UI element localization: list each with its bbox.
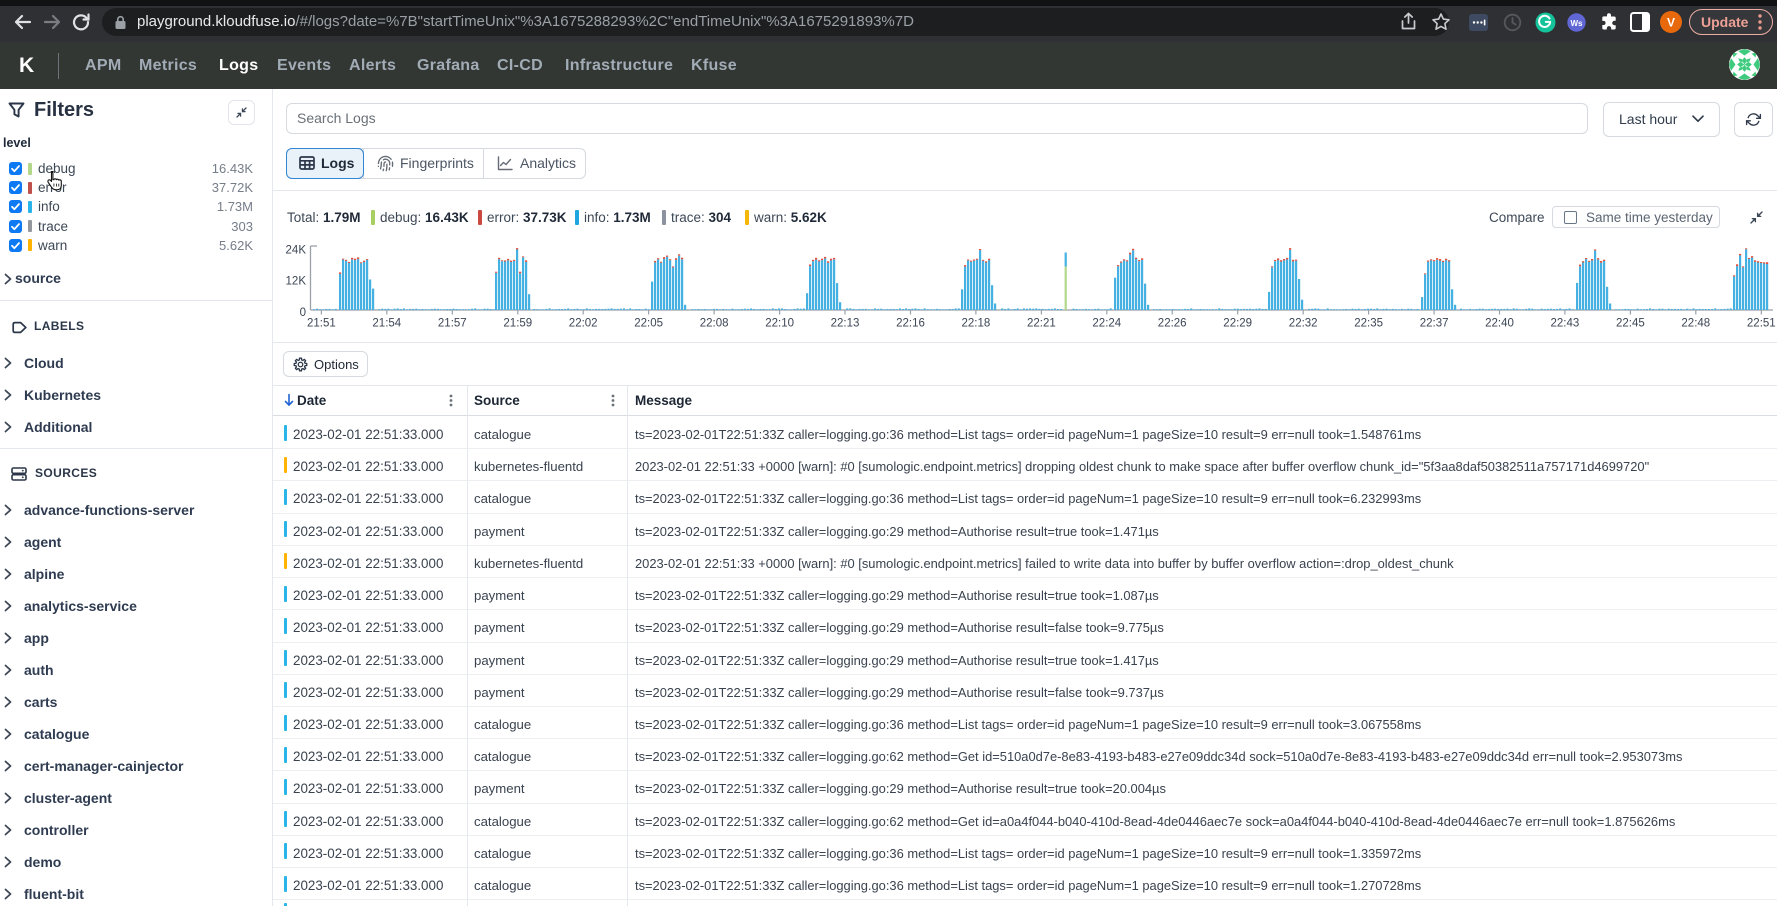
svg-text:22:29: 22:29 — [1223, 318, 1252, 330]
svg-text:22:16: 22:16 — [896, 318, 925, 330]
svg-text:21:51: 21:51 — [307, 318, 336, 330]
svg-text:22:35: 22:35 — [1354, 318, 1383, 330]
svg-text:22:40: 22:40 — [1485, 318, 1514, 330]
svg-text:22:13: 22:13 — [831, 318, 860, 330]
svg-text:12K: 12K — [286, 276, 307, 288]
svg-text:22:37: 22:37 — [1420, 318, 1449, 330]
svg-text:V: V — [1667, 16, 1675, 30]
svg-text:22:32: 22:32 — [1289, 318, 1318, 330]
svg-text:22:24: 22:24 — [1092, 318, 1121, 330]
svg-text:24K: 24K — [286, 245, 307, 257]
svg-text:22:26: 22:26 — [1158, 318, 1187, 330]
svg-text:22:18: 22:18 — [962, 318, 991, 330]
svg-text:21:57: 21:57 — [438, 318, 467, 330]
svg-text:22:08: 22:08 — [700, 318, 729, 330]
svg-text:22:10: 22:10 — [765, 318, 794, 330]
svg-text:22:02: 22:02 — [569, 318, 598, 330]
svg-text:21:54: 21:54 — [372, 318, 401, 330]
svg-text:0: 0 — [300, 307, 306, 319]
svg-text:22:05: 22:05 — [634, 318, 663, 330]
svg-text:22:51: 22:51 — [1747, 318, 1776, 330]
svg-text:21:59: 21:59 — [503, 318, 532, 330]
svg-text:22:21: 22:21 — [1027, 318, 1056, 330]
svg-text:22:45: 22:45 — [1616, 318, 1645, 330]
svg-text:Ws: Ws — [1571, 19, 1584, 28]
svg-text:22:48: 22:48 — [1681, 318, 1710, 330]
svg-text:22:43: 22:43 — [1551, 318, 1580, 330]
